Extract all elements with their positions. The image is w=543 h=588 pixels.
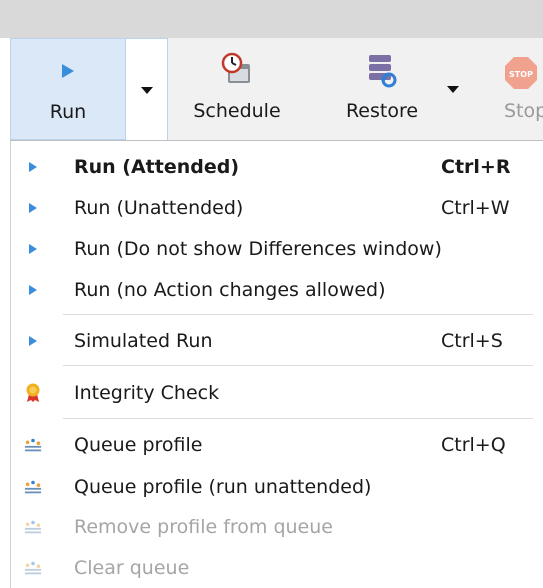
- play-icon: [24, 158, 42, 176]
- queue-icon: [24, 559, 42, 577]
- window-top-band: [0, 0, 543, 38]
- schedule-button[interactable]: Schedule: [178, 38, 296, 140]
- queue-icon: [24, 518, 42, 536]
- menu-item-run-unattended[interactable]: Run (Unattended) Ctrl+W: [11, 189, 543, 227]
- run-button[interactable]: Run: [10, 38, 126, 140]
- menu-item-queue-profile-unattended[interactable]: Queue profile (run unattended): [11, 468, 543, 506]
- toolbar: Run Schedule Restore STOP Stop: [10, 38, 543, 141]
- menu-item-run-no-differences[interactable]: Run (Do not show Differences window): [11, 230, 543, 268]
- svg-text:STOP: STOP: [509, 70, 533, 79]
- stop-button-label: Stop: [504, 100, 543, 122]
- run-dropdown-button[interactable]: [126, 38, 168, 140]
- play-icon: [24, 240, 42, 258]
- menu-item-run-attended[interactable]: Run (Attended) Ctrl+R: [11, 148, 543, 186]
- menu-separator: [63, 314, 533, 315]
- queue-icon: [24, 478, 42, 496]
- clock-calendar-icon: [221, 52, 250, 83]
- queue-icon: [24, 436, 42, 454]
- menu-item-run-no-action-changes[interactable]: Run (no Action changes allowed): [11, 271, 543, 309]
- restore-button-label: Restore: [345, 100, 419, 122]
- menu-separator: [63, 418, 533, 419]
- run-dropdown-menu: Run (Attended) Ctrl+R Run (Unattended) C…: [10, 141, 543, 588]
- menu-item-simulated-run[interactable]: Simulated Run Ctrl+S: [11, 322, 543, 360]
- chevron-down-icon: [140, 87, 153, 94]
- database-restore-icon: [369, 55, 397, 88]
- schedule-button-label: Schedule: [193, 100, 281, 122]
- menu-separator: [63, 365, 533, 366]
- chevron-down-icon: [447, 86, 459, 93]
- menu-item-clear-queue[interactable]: Clear queue: [11, 549, 543, 587]
- restore-dropdown-button[interactable]: [438, 38, 468, 140]
- restore-button[interactable]: Restore: [326, 38, 438, 140]
- play-icon: [62, 64, 74, 78]
- play-icon: [24, 332, 42, 350]
- play-icon: [24, 199, 42, 217]
- run-button-label: Run: [49, 101, 87, 123]
- medal-icon: [24, 383, 42, 402]
- menu-item-integrity-check[interactable]: Integrity Check: [11, 374, 543, 412]
- menu-item-queue-profile[interactable]: Queue profile Ctrl+Q: [11, 426, 543, 464]
- menu-item-remove-profile-from-queue[interactable]: Remove profile from queue: [11, 508, 543, 546]
- stop-sign-icon: STOP: [505, 57, 537, 89]
- play-icon: [24, 281, 42, 299]
- stop-button[interactable]: STOP Stop: [480, 38, 543, 140]
